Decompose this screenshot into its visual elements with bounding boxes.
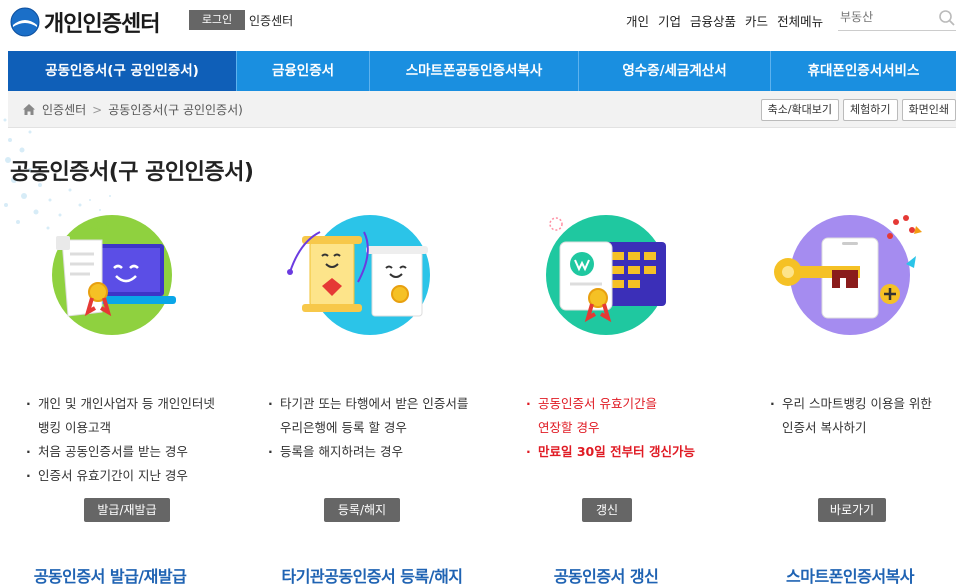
try-button[interactable]: 체험하기 <box>843 99 898 121</box>
breadcrumb: 인증센터 > 공동인증서(구 공인인증서) <box>22 101 243 118</box>
print-button[interactable]: 화면인쇄 <box>901 99 956 121</box>
tab-receipt-invoice[interactable]: 영수증/세금계산서 <box>579 51 771 91</box>
register-button[interactable]: 등록/해지 <box>324 498 400 522</box>
issue-button[interactable]: 발급/재발급 <box>84 498 170 522</box>
bullet-item: 처음 공동인증서를 받는 경우 <box>26 440 215 464</box>
tab-financial-certificate[interactable]: 금융인증서 <box>237 51 370 91</box>
util-nav-all-menu[interactable]: 전체메뉴 <box>777 11 823 30</box>
logo[interactable]: 개인인증센터 <box>10 6 160 38</box>
tab-joint-certificate[interactable]: 공동인증서(구 공인인증서) <box>8 51 237 91</box>
go-button[interactable]: 바로가기 <box>818 498 886 522</box>
util-nav-business[interactable]: 기업 <box>658 11 681 30</box>
certificate-transfer-icon <box>287 215 430 335</box>
zoom-button[interactable]: 축소/확대보기 <box>760 99 840 121</box>
util-nav-personal[interactable]: 개인 <box>626 11 649 30</box>
card-title[interactable]: 공동인증서 발급/재발급 <box>0 563 230 587</box>
bullet-item: 인증서 복사하기 <box>782 420 867 435</box>
breadcrumb-bar: 인증센터 > 공동인증서(구 공인인증서) 축소/확대보기 체험하기 화면인쇄 <box>8 91 956 128</box>
bullet-item: 등록을 해지하려는 경우 <box>268 440 468 464</box>
util-nav-card[interactable]: 카드 <box>745 11 768 30</box>
card-issue: 공동인증서 발급/재발급 개인 및 개인사업자 등 개인인터넷 뱅킹 이용고객 … <box>0 212 240 586</box>
page-tools: 축소/확대보기 체험하기 화면인쇄 <box>760 99 956 121</box>
bullet-item: 공동인증서 유효기간을 <box>526 392 695 416</box>
page-title: 공동인증서(구 공인인증서) <box>10 160 254 185</box>
card-smartphone-copy: 스마트폰인증서복사 우리 스마트뱅킹 이용을 위한 인증서 복사하기 바로가기 <box>730 212 956 586</box>
login-button[interactable]: 로그인 <box>189 10 245 30</box>
woori-logo-icon <box>10 7 40 37</box>
bullet-item: 우리은행에 등록 할 경우 <box>280 420 407 435</box>
bullet-item: 연장할 경우 <box>538 420 600 435</box>
card-bullets: 우리 스마트뱅킹 이용을 위한 인증서 복사하기 <box>770 392 932 440</box>
utility-nav: 개인 기업 금융상품 카드 전체메뉴 <box>626 11 823 30</box>
search-box <box>838 6 956 31</box>
card-renew: 공동인증서 갱신 공동인증서 유효기간을 연장할 경우 만료일 30일 전부터 … <box>486 212 726 586</box>
breadcrumb-item-current: 공동인증서(구 공인인증서) <box>108 103 243 117</box>
search-input[interactable] <box>838 6 934 28</box>
home-icon[interactable] <box>22 103 36 116</box>
breadcrumb-separator: > <box>92 102 103 117</box>
site-name[interactable]: 인증센터 <box>249 12 293 29</box>
tab-smartphone-copy[interactable]: 스마트폰공동인증서복사 <box>370 51 579 91</box>
card-title[interactable]: 타기관공동인증서 등록/해지 <box>252 563 492 587</box>
smartphone-key-icon <box>774 215 922 335</box>
card-bullets: 개인 및 개인사업자 등 개인인터넷 뱅킹 이용고객 처음 공동인증서를 받는 … <box>26 392 215 488</box>
util-nav-products[interactable]: 금융상품 <box>690 11 736 30</box>
card-bullets: 타기관 또는 타행에서 받은 인증서를 우리은행에 등록 할 경우 등록을 해지… <box>268 392 468 464</box>
bullet-item: 만료일 30일 전부터 갱신가능 <box>526 440 695 464</box>
tab-mobile-certificate[interactable]: 휴대폰인증서서비스 <box>771 51 956 91</box>
breadcrumb-item-cert-center[interactable]: 인증센터 <box>42 101 86 118</box>
card-register: 타기관공동인증서 등록/해지 타기관 또는 타행에서 받은 인증서를 우리은행에… <box>250 212 490 586</box>
certificate-calendar-icon <box>546 215 666 335</box>
search-icon[interactable] <box>938 9 956 27</box>
renew-button[interactable]: 갱신 <box>582 498 632 522</box>
logo-text: 개인인증센터 <box>44 12 160 37</box>
card-title[interactable]: 공동인증서 갱신 <box>486 563 726 587</box>
bullet-item: 개인 및 개인사업자 등 개인인터넷 <box>26 392 215 416</box>
bullet-item: 타기관 또는 타행에서 받은 인증서를 <box>268 392 468 416</box>
global-nav: 공동인증서(구 공인인증서) 금융인증서 스마트폰공동인증서복사 영수증/세금계… <box>8 51 956 91</box>
header: 개인인증센터 로그인 인증센터 개인 기업 금융상품 카드 전체메뉴 <box>0 0 956 50</box>
bullet-item: 우리 스마트뱅킹 이용을 위한 <box>770 392 932 416</box>
laptop-certificate-icon <box>52 215 176 335</box>
card-title[interactable]: 스마트폰인증서복사 <box>730 563 956 587</box>
card-bullets: 공동인증서 유효기간을 연장할 경우 만료일 30일 전부터 갱신가능 <box>526 392 695 464</box>
bullet-item: 뱅킹 이용고객 <box>38 420 111 435</box>
bullet-item: 인증서 유효기간이 지난 경우 <box>26 464 215 488</box>
